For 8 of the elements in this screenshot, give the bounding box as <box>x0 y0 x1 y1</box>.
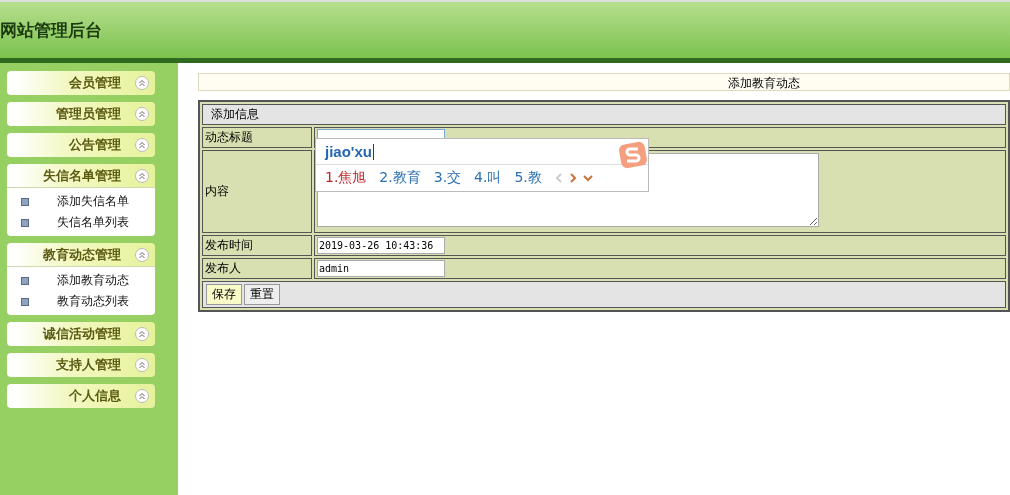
field-label: 动态标题 <box>202 127 312 148</box>
field-label: 发布人 <box>202 258 312 279</box>
field-label: 内容 <box>202 150 312 233</box>
section-header: 添加信息 <box>202 104 1006 125</box>
ime-composition: jiao'xu <box>325 143 372 160</box>
field-label: 发布时间 <box>202 235 312 256</box>
site-title: 网站管理后台 <box>0 18 102 42</box>
page-title: 添加教育动态 <box>198 73 1010 91</box>
